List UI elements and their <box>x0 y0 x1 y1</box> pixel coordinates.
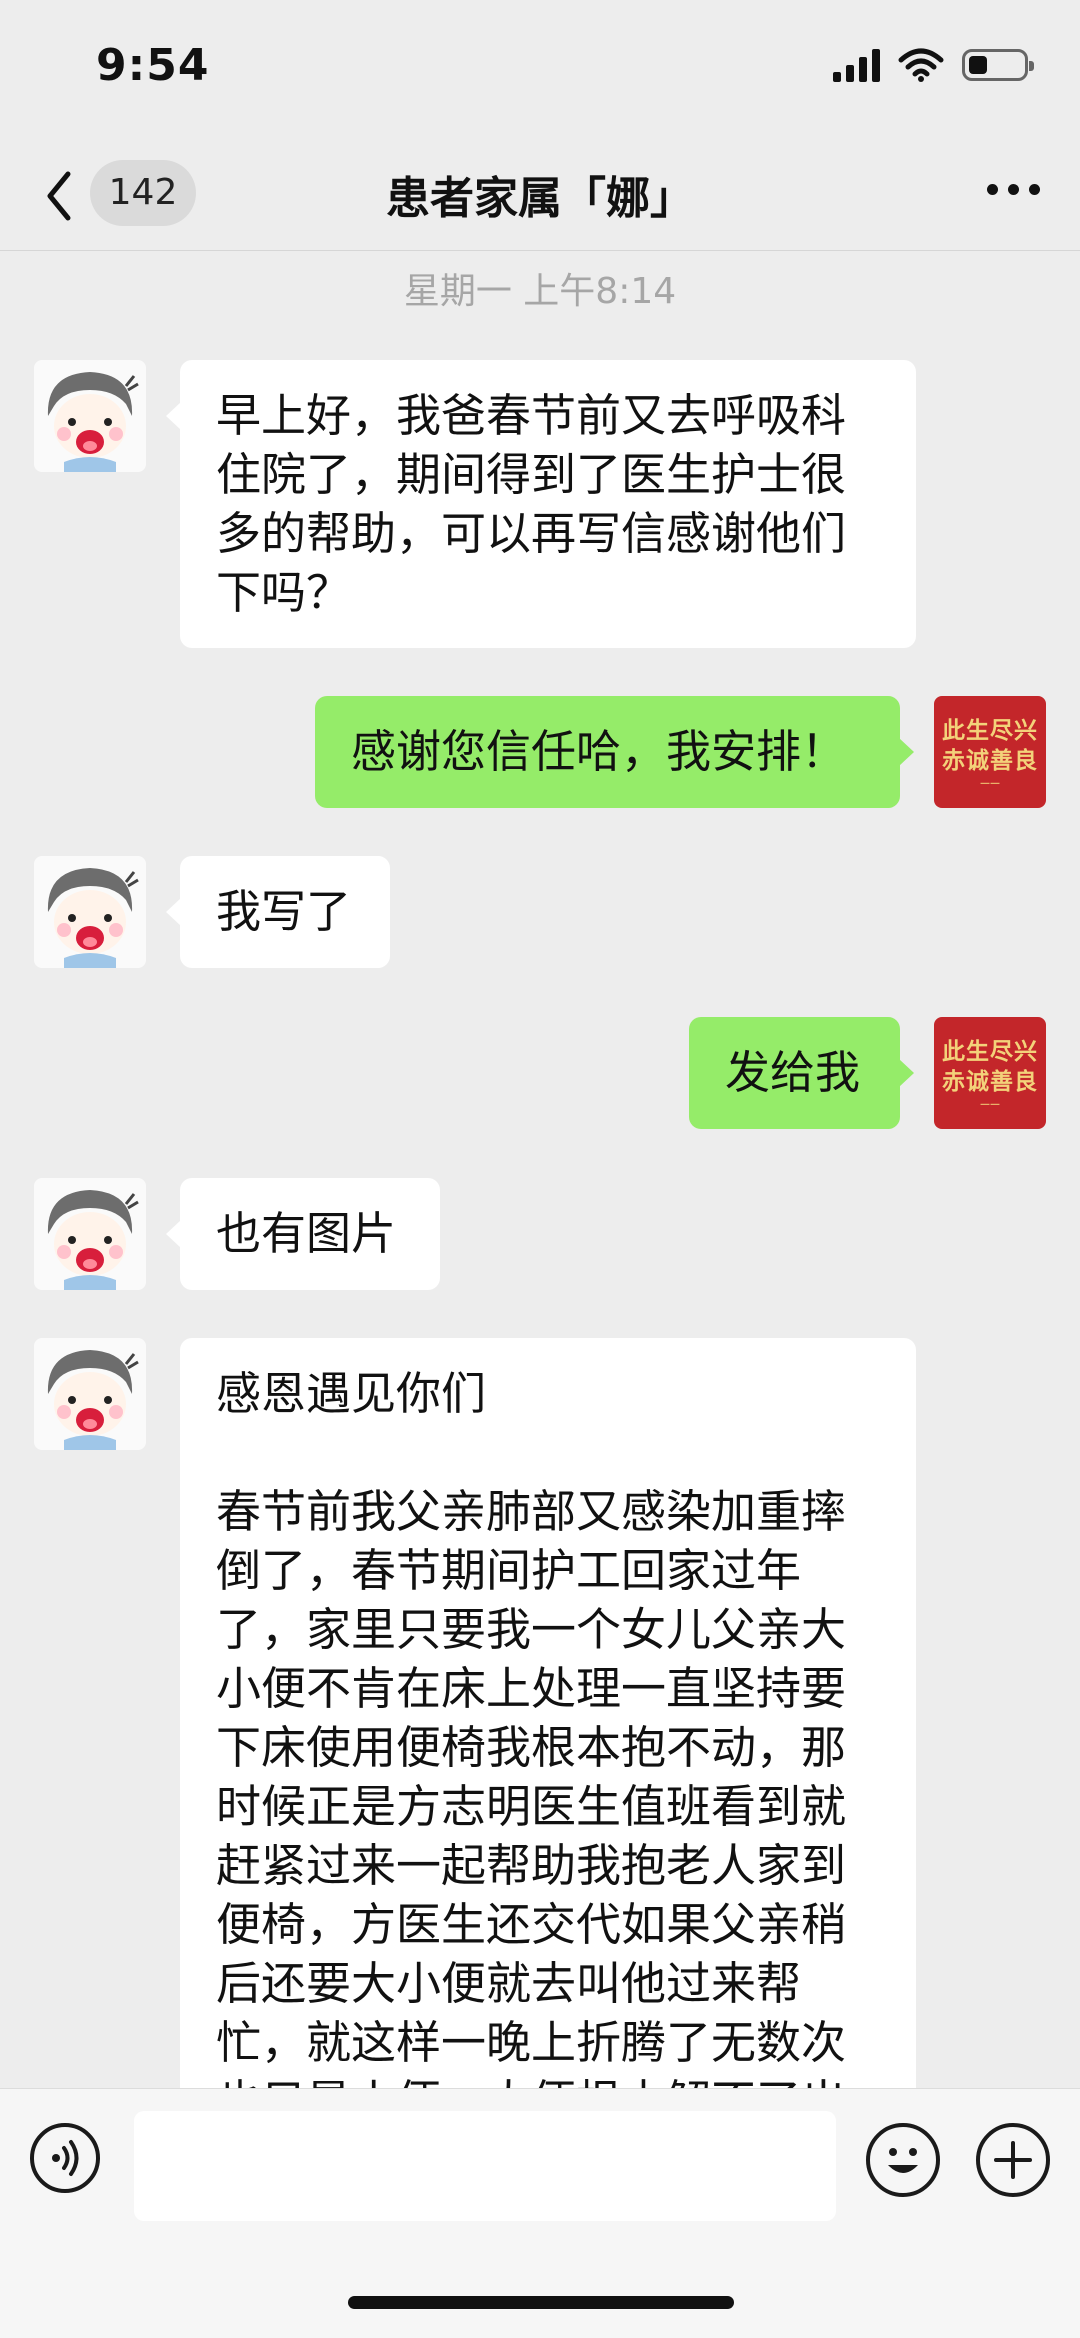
message-text: 我写了 <box>216 885 352 938</box>
message-bubble[interactable]: 我写了 <box>166 856 390 968</box>
message-timestamp: 星期一 上午8:14 <box>403 271 677 312</box>
more-options-icon[interactable] <box>987 184 1040 195</box>
status-icons <box>833 48 1034 82</box>
signal-icon <box>833 48 880 82</box>
contact-avatar[interactable] <box>34 1338 146 1450</box>
battery-icon <box>962 49 1034 81</box>
contact-avatar[interactable] <box>34 856 146 968</box>
status-time: 9:54 <box>96 40 210 91</box>
contact-avatar[interactable] <box>34 360 146 472</box>
message-bubble[interactable]: 早上好，我爸春节前又去呼吸科住院了，期间得到了医生护士很多的帮助，可以再写信感谢… <box>166 360 916 648</box>
home-indicator <box>348 2296 734 2309</box>
message-input[interactable] <box>134 2111 836 2221</box>
status-bar: 9:54 <box>0 0 1080 140</box>
message-bubble[interactable]: 感恩遇见你们 春节前我父亲肺部又感染加重摔倒了，春节期间护工回家过年了，家里只要… <box>180 1338 916 2098</box>
message-text: 发给我 <box>725 1046 861 1099</box>
voice-input-button[interactable] <box>30 2123 100 2193</box>
emoji-icon <box>888 2148 918 2173</box>
chat-title: 患者家属「娜」 <box>386 173 694 224</box>
message-bubble[interactable]: 也有图片 <box>166 1178 440 1290</box>
self-avatar[interactable]: 此生尽兴 赤诚善良 —— <box>934 1017 1046 1129</box>
contact-avatar[interactable] <box>34 1178 146 1290</box>
letter-title: 感恩遇见你们 <box>216 1367 487 1420</box>
voice-icon <box>52 2140 79 2176</box>
message-text: 感谢您信任哈，我安排！ <box>351 725 847 778</box>
more-functions-button[interactable] <box>976 2123 1050 2197</box>
wifi-icon <box>898 48 944 82</box>
chat-header: 142 患者家属「娜」 <box>0 140 1080 251</box>
plus-icon <box>994 2141 1032 2179</box>
message-text: 早上好，我爸春节前又去呼吸科住院了，期间得到了医生护士很多的帮助，可以再写信感谢… <box>216 389 847 619</box>
message-bubble[interactable]: 发给我 <box>689 1017 914 1129</box>
letter-body: 春节前我父亲肺部又感染加重摔倒了，春节期间护工回家过年了，家里只要我一个女儿父亲… <box>216 1485 847 2098</box>
message-text: 也有图片 <box>216 1207 397 1260</box>
emoji-button[interactable] <box>866 2123 940 2197</box>
message-bubble[interactable]: 感谢您信任哈，我安排！ <box>315 696 914 808</box>
self-avatar[interactable]: 此生尽兴 赤诚善良 —— <box>934 696 1046 808</box>
